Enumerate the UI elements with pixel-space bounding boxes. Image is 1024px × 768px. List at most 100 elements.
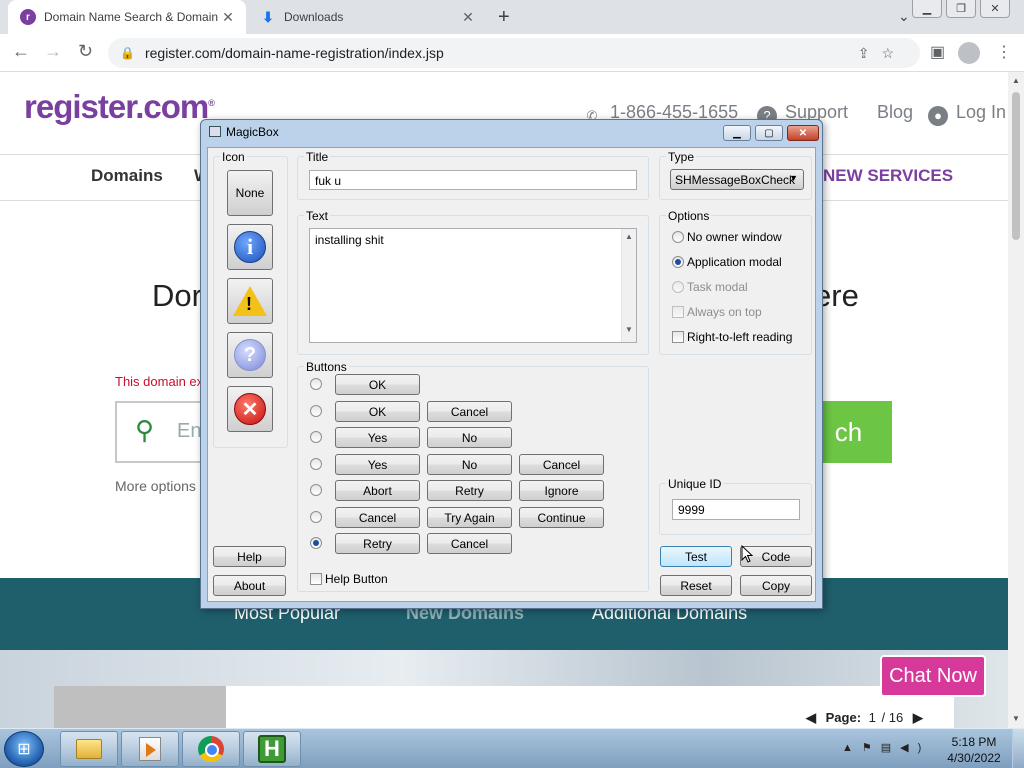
reload-icon[interactable]: ↻	[78, 41, 93, 62]
unique-id-input[interactable]: 9999	[672, 499, 800, 520]
close-tab-icon[interactable]: ✕	[458, 9, 478, 26]
button-set-radio[interactable]	[310, 511, 322, 523]
tray-expand-icon[interactable]: ▲	[842, 742, 862, 754]
tray-volume-icon[interactable]: ◀)	[900, 742, 930, 754]
preview-button[interactable]: Cancel	[427, 533, 512, 554]
reset-button[interactable]: Reset	[660, 575, 732, 596]
test-button[interactable]: Test	[660, 546, 732, 567]
type-select[interactable]: SHMessageBoxCheck ▼	[670, 169, 804, 190]
icon-error-button[interactable]: ✕	[227, 386, 273, 432]
preview-button[interactable]: Yes	[335, 454, 420, 475]
preview-button[interactable]: Try Again	[427, 507, 512, 528]
help-button-checkbox[interactable]	[310, 573, 322, 585]
forward-icon[interactable]: →	[44, 41, 62, 62]
login-link[interactable]: ● Log In	[928, 102, 1006, 126]
minimize-button[interactable]: ▁	[912, 0, 942, 18]
textarea-scrollbar[interactable]: ▲ ▼	[621, 229, 636, 342]
taskbar-magicbox[interactable]: H	[243, 731, 301, 767]
text-textarea[interactable]: installing shit	[309, 228, 637, 343]
preview-button[interactable]: Cancel	[519, 454, 604, 475]
scroll-up-icon[interactable]: ▲	[1012, 76, 1020, 85]
blog-link[interactable]: Blog	[877, 102, 913, 123]
button-set-radio[interactable]	[310, 458, 322, 470]
buttons-group-label: Buttons	[304, 360, 349, 374]
prev-page-icon[interactable]: ◀	[806, 710, 816, 725]
preview-button[interactable]: Continue	[519, 507, 604, 528]
option-radio[interactable]	[672, 256, 684, 268]
scroll-thumb[interactable]	[1012, 92, 1020, 240]
dialog-close-button[interactable]: ✕	[787, 125, 819, 141]
option-radio[interactable]	[672, 231, 684, 243]
page-scrollbar[interactable]: ▲ ▼	[1008, 72, 1024, 728]
button-set-radio[interactable]	[310, 378, 322, 390]
taskbar-chrome[interactable]	[182, 731, 240, 767]
new-tab-button[interactable]: +	[498, 6, 510, 29]
copy-button[interactable]: Copy	[740, 575, 812, 596]
media-player-icon	[139, 737, 161, 761]
tab-search-icon[interactable]: ⌄	[898, 8, 910, 25]
tray-flag-icon[interactable]: ⚑	[862, 742, 881, 754]
preview-button[interactable]: OK	[335, 374, 420, 395]
option-label: Task modal	[687, 280, 748, 294]
option-radio[interactable]	[672, 281, 684, 293]
preview-button[interactable]: No	[427, 454, 512, 475]
address-bar[interactable]: 🔒 register.com/domain-name-registration/…	[108, 38, 920, 68]
close-tab-icon[interactable]: ✕	[218, 9, 238, 26]
nav-new-services[interactable]: NEW SERVICES	[823, 166, 953, 186]
preview-button[interactable]: Cancel	[427, 401, 512, 422]
maximize-button[interactable]: ❐	[946, 0, 976, 18]
taskbar-media-player[interactable]	[121, 731, 179, 767]
about-button[interactable]: About	[213, 575, 286, 596]
taskbar-explorer[interactable]	[60, 731, 118, 767]
start-button[interactable]: ⊞	[4, 731, 44, 767]
lock-icon[interactable]: 🔒	[120, 46, 135, 60]
scroll-up-icon[interactable]: ▲	[622, 232, 636, 241]
icon-warning-button[interactable]: !	[227, 278, 273, 324]
system-tray: ▲⚑▤◀)	[842, 741, 930, 754]
url-text: register.com/domain-name-registration/in…	[144, 45, 444, 61]
preview-button[interactable]: Cancel	[335, 507, 420, 528]
preview-button[interactable]: Retry	[427, 480, 512, 501]
tab-register[interactable]: r Domain Name Search & Domain ✕	[8, 0, 246, 34]
menu-icon[interactable]: ⋮	[996, 42, 1012, 62]
profile-avatar[interactable]	[958, 42, 980, 64]
preview-button[interactable]: OK	[335, 401, 420, 422]
button-set-radio[interactable]	[310, 484, 322, 496]
dialog-maximize-button[interactable]: ▢	[755, 125, 783, 141]
share-icon[interactable]: ⇪	[858, 45, 882, 61]
preview-button[interactable]: Yes	[335, 427, 420, 448]
more-options-link[interactable]: More options	[115, 478, 196, 494]
site-logo[interactable]: register.com®	[24, 88, 215, 126]
button-set-radio[interactable]	[310, 405, 322, 417]
option-checkbox[interactable]	[672, 306, 684, 318]
tray-network-icon[interactable]: ▤	[881, 742, 900, 754]
scroll-down-icon[interactable]: ▼	[1012, 714, 1020, 723]
icon-question-button[interactable]: ?	[227, 332, 273, 378]
button-set-radio[interactable]	[310, 537, 322, 549]
close-window-button[interactable]: ✕	[980, 0, 1010, 18]
nav-domains[interactable]: Domains	[91, 166, 163, 186]
chat-now-button[interactable]: Chat Now	[880, 655, 986, 697]
browser-toolbar: ← → ↻ 🔒 register.com/domain-name-registr…	[0, 34, 1024, 72]
scroll-down-icon[interactable]: ▼	[622, 325, 636, 334]
bookmark-star-icon[interactable]: ☆	[881, 45, 906, 61]
icon-info-button[interactable]: i	[227, 224, 273, 270]
button-set-radio[interactable]	[310, 431, 322, 443]
tab-downloads[interactable]: ⬇ Downloads ✕	[250, 0, 486, 34]
preview-button[interactable]: Ignore	[519, 480, 604, 501]
preview-button[interactable]: Retry	[335, 533, 420, 554]
show-desktop-button[interactable]	[1012, 729, 1024, 768]
next-page-icon[interactable]: ▶	[913, 710, 923, 725]
option-checkbox[interactable]	[672, 331, 684, 343]
clock[interactable]: 5:18 PM 4/30/2022	[944, 734, 1004, 766]
back-icon[interactable]: ←	[12, 41, 30, 62]
magicbox-window: MagicBox ▁ ▢ ✕ Icon None i ! ? ✕ Help Ab…	[200, 119, 823, 609]
help-button[interactable]: Help	[213, 546, 286, 567]
option-label: Application modal	[687, 255, 782, 269]
title-input[interactable]: fuk u	[309, 170, 637, 190]
side-panel-icon[interactable]: ▣	[930, 42, 945, 62]
preview-button[interactable]: Abort	[335, 480, 420, 501]
dialog-minimize-button[interactable]: ▁	[723, 125, 751, 141]
preview-button[interactable]: No	[427, 427, 512, 448]
icon-none-button[interactable]: None	[227, 170, 273, 216]
